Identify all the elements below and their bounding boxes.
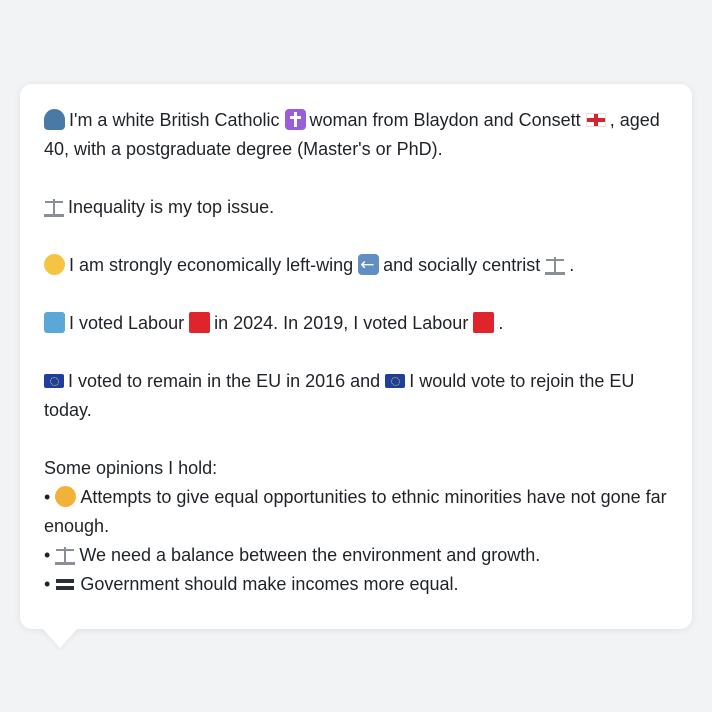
equals-icon bbox=[55, 573, 76, 594]
opinion-item: • We need a balance between the environm… bbox=[44, 541, 668, 570]
opinions-heading: Some opinions I hold: bbox=[44, 458, 218, 478]
top-issue-text: Inequality is my top issue. bbox=[68, 197, 275, 217]
ideology-text-1: I am strongly economically left-wing bbox=[69, 255, 354, 275]
vote-text-1: I voted Labour bbox=[69, 313, 185, 333]
intro-paragraph: I'm a white British Catholic woman from … bbox=[44, 106, 668, 164]
speech-bubble-tail bbox=[42, 628, 78, 648]
eu-flag-icon bbox=[44, 374, 64, 388]
handshake-icon bbox=[55, 486, 77, 507]
top-issue-paragraph: Inequality is my top issue. bbox=[44, 193, 668, 222]
ballot-box-icon bbox=[44, 312, 65, 333]
thinking-face-icon bbox=[44, 254, 65, 275]
bullet-marker: • bbox=[44, 545, 51, 565]
eu-text-1: I voted to remain in the EU in 2016 and bbox=[68, 371, 381, 391]
vote-paragraph: I voted Labour in 2024. In 2019, I voted… bbox=[44, 309, 668, 338]
cross-icon bbox=[284, 109, 306, 130]
red-square-icon bbox=[473, 312, 495, 333]
scales-icon bbox=[55, 547, 76, 565]
scales-icon bbox=[44, 199, 64, 217]
eu-paragraph: I voted to remain in the EU in 2016 and … bbox=[44, 367, 668, 425]
vote-text-3: . bbox=[498, 313, 504, 333]
eu-flag-icon bbox=[385, 374, 406, 388]
opinion-text: Attempts to give equal opportunities to … bbox=[44, 487, 667, 536]
opinion-item: • Government should make incomes more eq… bbox=[44, 570, 668, 599]
ideology-text-2: and socially centrist bbox=[383, 255, 541, 275]
bullet-marker: • bbox=[44, 487, 51, 507]
ideology-paragraph: I am strongly economically left-wing and… bbox=[44, 251, 668, 280]
scales-icon bbox=[545, 257, 566, 275]
intro-text-2: woman from Blaydon and Consett bbox=[309, 110, 581, 130]
ideology-text-3: . bbox=[569, 255, 575, 275]
left-arrow-icon bbox=[358, 251, 380, 280]
vote-text-2: in 2024. In 2019, I voted Labour bbox=[214, 313, 469, 333]
red-square-icon bbox=[189, 312, 211, 333]
person-icon bbox=[44, 109, 65, 130]
bullet-marker: • bbox=[44, 574, 51, 594]
opinion-item: • Attempts to give equal opportunities t… bbox=[44, 483, 668, 541]
england-flag-icon bbox=[585, 113, 606, 127]
opinion-text: Government should make incomes more equa… bbox=[80, 574, 459, 594]
opinion-text: We need a balance between the environmen… bbox=[79, 545, 541, 565]
profile-card: I'm a white British Catholic woman from … bbox=[20, 84, 692, 629]
intro-text-1: I'm a white British Catholic bbox=[69, 110, 280, 130]
